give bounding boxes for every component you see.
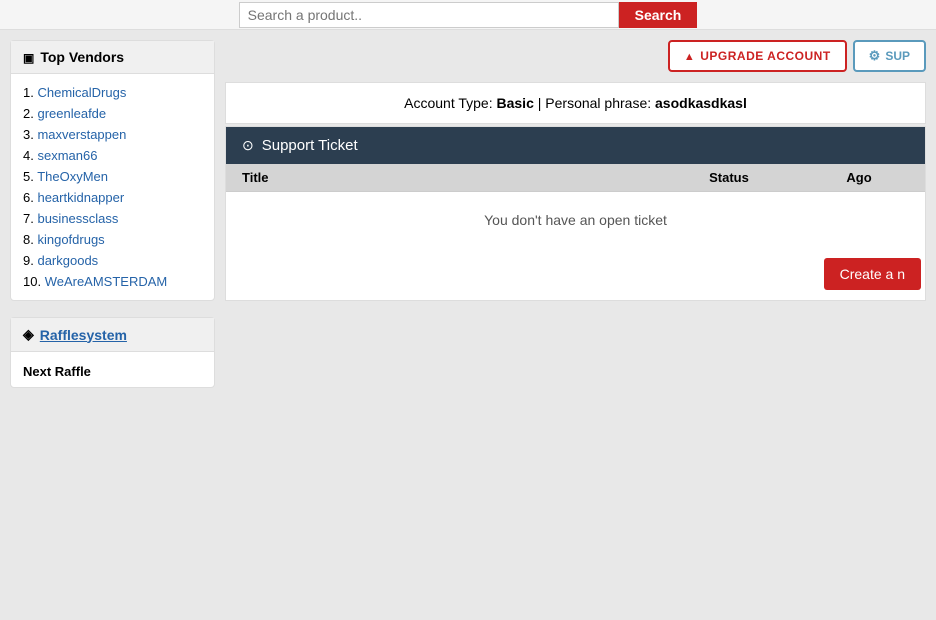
list-item: 8. kingofdrugs (23, 229, 202, 250)
header-buttons: Upgrade Account SUP (225, 40, 926, 72)
ticket-table-header: Title Status Ago (226, 164, 925, 192)
vendor-link-7[interactable]: businessclass (37, 211, 118, 226)
account-type-prefix: Account Type: (404, 95, 492, 111)
content-area: Upgrade Account SUP Account Type: Basic … (225, 40, 926, 610)
vendor-link-8[interactable]: kingofdrugs (37, 232, 104, 247)
top-vendors-title: Top Vendors (40, 49, 124, 65)
support-button[interactable]: SUP (853, 40, 926, 72)
raffle-card: Rafflesystem Next Raffle (10, 317, 215, 388)
raffle-title[interactable]: Rafflesystem (40, 327, 127, 343)
main-container: Top Vendors 1. ChemicalDrugs 2. greenlea… (0, 30, 936, 620)
search-button[interactable]: Search (619, 2, 698, 28)
col-title: Title (242, 170, 649, 185)
vendor-link-9[interactable]: darkgoods (37, 253, 98, 268)
vendor-link-5[interactable]: TheOxyMen (37, 169, 108, 184)
list-item: 10. WeAreAMSTERDAM (23, 271, 202, 292)
list-item: 7. businessclass (23, 208, 202, 229)
raffle-header: Rafflesystem (11, 318, 214, 352)
ticket-empty-message: You don't have an open ticket (226, 192, 925, 248)
create-ticket-button[interactable]: Create a n (824, 258, 921, 290)
list-item: 3. maxverstappen (23, 124, 202, 145)
top-vendors-card: Top Vendors 1. ChemicalDrugs 2. greenlea… (10, 40, 215, 301)
vendor-link-6[interactable]: heartkidnapper (37, 190, 124, 205)
top-vendors-header: Top Vendors (11, 41, 214, 74)
vendor-link-2[interactable]: greenleafde (37, 106, 106, 121)
vendor-link-10[interactable]: WeAreAMSTERDAM (45, 274, 168, 289)
upgrade-account-button[interactable]: Upgrade Account (668, 40, 847, 72)
list-item: 1. ChemicalDrugs (23, 82, 202, 103)
vendor-list: 1. ChemicalDrugs 2. greenleafde 3. maxve… (11, 74, 214, 300)
list-item: 9. darkgoods (23, 250, 202, 271)
account-type-value: Basic (497, 95, 534, 111)
support-label: SUP (885, 49, 910, 63)
col-ago: Ago (809, 170, 909, 185)
support-ticket-header: Support Ticket (226, 127, 925, 164)
top-search-bar: Search (0, 0, 936, 30)
vendor-link-4[interactable]: sexman66 (37, 148, 97, 163)
support-ticket-title: Support Ticket (262, 137, 358, 154)
vendors-icon (23, 49, 34, 65)
list-item: 5. TheOxyMen (23, 166, 202, 187)
sidebar: Top Vendors 1. ChemicalDrugs 2. greenlea… (10, 40, 215, 610)
raffle-section: Next Raffle (11, 352, 214, 387)
account-info: Account Type: Basic | Personal phrase: a… (225, 82, 926, 124)
account-separator: | Personal phrase: (538, 95, 655, 111)
support-icon (869, 48, 881, 64)
list-item: 4. sexman66 (23, 145, 202, 166)
upgrade-label: Upgrade Account (700, 49, 830, 63)
raffle-icon (23, 326, 34, 343)
ticket-icon (242, 137, 254, 154)
next-raffle-label: Next Raffle (23, 364, 202, 379)
vendor-link-1[interactable]: ChemicalDrugs (37, 85, 126, 100)
support-ticket-section: Support Ticket Title Status Ago You don'… (225, 126, 926, 301)
col-status: Status (649, 170, 809, 185)
vendor-link-3[interactable]: maxverstappen (37, 127, 126, 142)
create-ticket-bar: Create a n (226, 248, 925, 300)
personal-phrase: asodkasdkasl (655, 95, 747, 111)
list-item: 2. greenleafde (23, 103, 202, 124)
upgrade-icon (684, 49, 695, 63)
list-item: 6. heartkidnapper (23, 187, 202, 208)
search-input[interactable] (239, 2, 619, 28)
